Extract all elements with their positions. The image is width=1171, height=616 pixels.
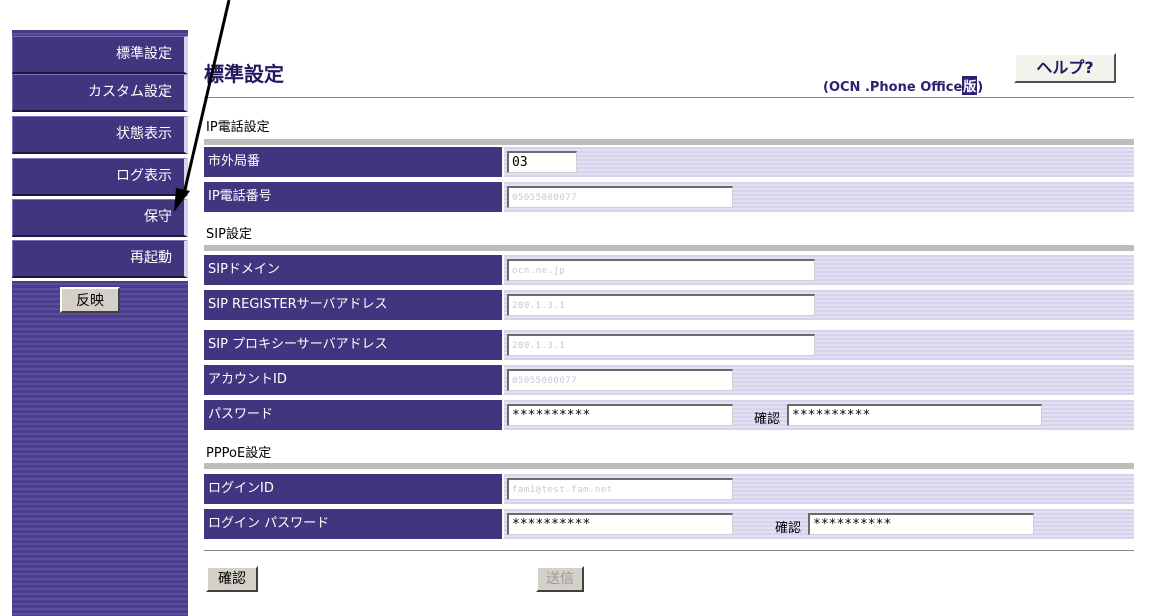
login-id-input[interactable] <box>507 478 733 500</box>
login-password-confirm-input[interactable] <box>808 513 1034 535</box>
field-cell <box>504 147 1134 177</box>
field-cell <box>504 290 1134 320</box>
field-cell <box>504 182 1134 212</box>
send-button[interactable]: 送信 <box>536 566 584 592</box>
section-bar <box>204 463 1134 469</box>
field-cell <box>504 255 1134 285</box>
sip-domain-label: SIPドメイン <box>204 255 502 285</box>
section-title-ip: IP電話設定 <box>206 120 270 135</box>
sidebar-item-label: ログ表示 <box>116 168 172 184</box>
area-code-input[interactable] <box>507 151 577 173</box>
section-bar <box>204 139 1134 145</box>
sidebar-divider <box>12 278 188 281</box>
row-sip-proxy: SIP プロキシーサーバアドレス <box>204 330 1134 360</box>
section-bar <box>204 245 1134 251</box>
row-area-code: 市外局番 <box>204 147 1134 177</box>
login-id-label: ログインID <box>204 474 502 504</box>
sidebar-item-custom-settings[interactable]: カスタム設定 <box>12 74 188 112</box>
sip-domain-input[interactable] <box>507 259 815 281</box>
edition-label: (OCN .Phone Office版) <box>823 76 983 95</box>
sip-password-label: パスワード <box>204 400 502 430</box>
ip-phone-input[interactable] <box>507 186 733 208</box>
sip-proxy-label: SIP プロキシーサーバアドレス <box>204 330 502 360</box>
sidebar-item-log[interactable]: ログ表示 <box>12 158 188 196</box>
row-sip-domain: SIPドメイン <box>204 255 1134 285</box>
row-account-id: アカウントID <box>204 365 1134 395</box>
area-code-label: 市外局番 <box>204 147 502 177</box>
sidebar-item-label: 状態表示 <box>116 126 172 142</box>
section-title-pppoe: PPPoE設定 <box>206 446 272 461</box>
row-login-id: ログインID <box>204 474 1134 504</box>
sidebar-item-maintenance[interactable]: 保守 <box>12 199 188 237</box>
confirm-button[interactable]: 確認 <box>206 566 258 592</box>
sip-proxy-input[interactable] <box>507 334 815 356</box>
field-cell: 確認 <box>504 509 1134 539</box>
row-ip-phone: IP電話番号 <box>204 182 1134 212</box>
sidebar-item-standard-settings[interactable]: 標準設定 <box>12 36 188 74</box>
login-password-input[interactable] <box>507 513 733 535</box>
reflect-button[interactable]: 反映 <box>60 287 120 313</box>
sidebar-item-reboot[interactable]: 再起動 <box>12 240 188 278</box>
footer-divider <box>204 550 1134 551</box>
sidebar-item-label: カスタム設定 <box>88 84 172 100</box>
sidebar-item-label: 保守 <box>144 209 172 225</box>
field-cell <box>504 365 1134 395</box>
header-divider <box>204 97 1134 98</box>
sip-register-label: SIP REGISTERサーバアドレス <box>204 290 502 320</box>
help-button[interactable]: ヘルプ? <box>1014 53 1116 83</box>
sidebar-item-status[interactable]: 状態表示 <box>12 116 188 154</box>
account-id-input[interactable] <box>507 369 733 391</box>
row-sip-register: SIP REGISTERサーバアドレス <box>204 290 1134 320</box>
field-cell <box>504 330 1134 360</box>
sip-password-input[interactable] <box>507 404 733 426</box>
login-confirm-label: 確認 <box>775 521 802 536</box>
sip-password-confirm-input[interactable] <box>787 404 1042 426</box>
edition-ban: 版 <box>962 76 978 95</box>
field-cell <box>504 474 1134 504</box>
account-id-label: アカウントID <box>204 365 502 395</box>
sip-register-input[interactable] <box>507 294 815 316</box>
page-title: 標準設定 <box>204 62 284 86</box>
sidebar-nav: 標準設定 カスタム設定 状態表示 ログ表示 保守 再起動 <box>12 30 188 616</box>
sidebar-item-label: 再起動 <box>130 250 172 266</box>
login-password-label: ログイン パスワード <box>204 509 502 539</box>
row-sip-password: パスワード 確認 <box>204 400 1134 430</box>
edition-prefix: (OCN .Phone Office <box>823 80 963 95</box>
ip-phone-label: IP電話番号 <box>204 182 502 212</box>
section-title-sip: SIP設定 <box>206 227 252 242</box>
row-login-password: ログイン パスワード 確認 <box>204 509 1134 539</box>
sip-confirm-label: 確認 <box>754 412 781 427</box>
sidebar-item-label: 標準設定 <box>116 46 172 62</box>
field-cell: 確認 <box>504 400 1134 430</box>
edition-suffix: ) <box>977 80 984 95</box>
